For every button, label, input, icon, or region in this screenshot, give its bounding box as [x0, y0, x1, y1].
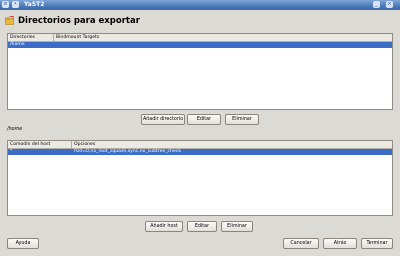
table-row[interactable]: /home [8, 42, 392, 48]
edit-host-button[interactable]: Editar [187, 221, 217, 232]
table-header: Directories Bindmount Targets [8, 34, 392, 42]
window-title: YaST2 [24, 1, 45, 8]
selected-directory-label: /home [7, 127, 23, 132]
column-header-bindmount[interactable]: Bindmount Targets [54, 34, 394, 41]
column-header-options[interactable]: Opciones [72, 141, 394, 148]
minimize-icon[interactable]: _ [373, 1, 380, 8]
menu-icon[interactable]: ≡ [2, 1, 9, 8]
help-button[interactable]: Ayuda [7, 238, 39, 249]
column-header-directories[interactable]: Directories [8, 34, 54, 41]
column-header-host[interactable]: Comodín del host [8, 141, 72, 148]
add-host-button[interactable]: Añadir host [145, 221, 183, 232]
options-cell: fsid=0,no_root_squash,sync,no_subtree_ch… [74, 149, 181, 154]
hosts-table[interactable]: Comodín del host Opciones * fsid=0,no_ro… [7, 140, 393, 216]
host-cell: * [10, 149, 13, 154]
directories-table[interactable]: Directories Bindmount Targets /home [7, 33, 393, 110]
table-header: Comodín del host Opciones [8, 141, 392, 149]
close-icon[interactable]: × [386, 1, 393, 8]
page-title: Directorios para exportar [18, 16, 140, 26]
directory-cell: /home [10, 42, 25, 47]
cancel-button[interactable]: Cancelar [283, 238, 319, 249]
finish-button[interactable]: Terminar [361, 238, 393, 249]
table-row[interactable]: * fsid=0,no_root_squash,sync,no_subtree_… [8, 149, 392, 155]
folder-share-icon [5, 16, 14, 25]
window-titlebar[interactable]: ≡ • YaST2 _ × [0, 0, 400, 10]
add-directory-button[interactable]: Añadir directorio [141, 114, 185, 125]
pin-icon[interactable]: • [12, 1, 19, 8]
delete-directory-button[interactable]: Eliminar [225, 114, 259, 125]
delete-host-button[interactable]: Eliminar [221, 221, 253, 232]
edit-directory-button[interactable]: Editar [187, 114, 221, 125]
back-button[interactable]: Atrás [323, 238, 357, 249]
